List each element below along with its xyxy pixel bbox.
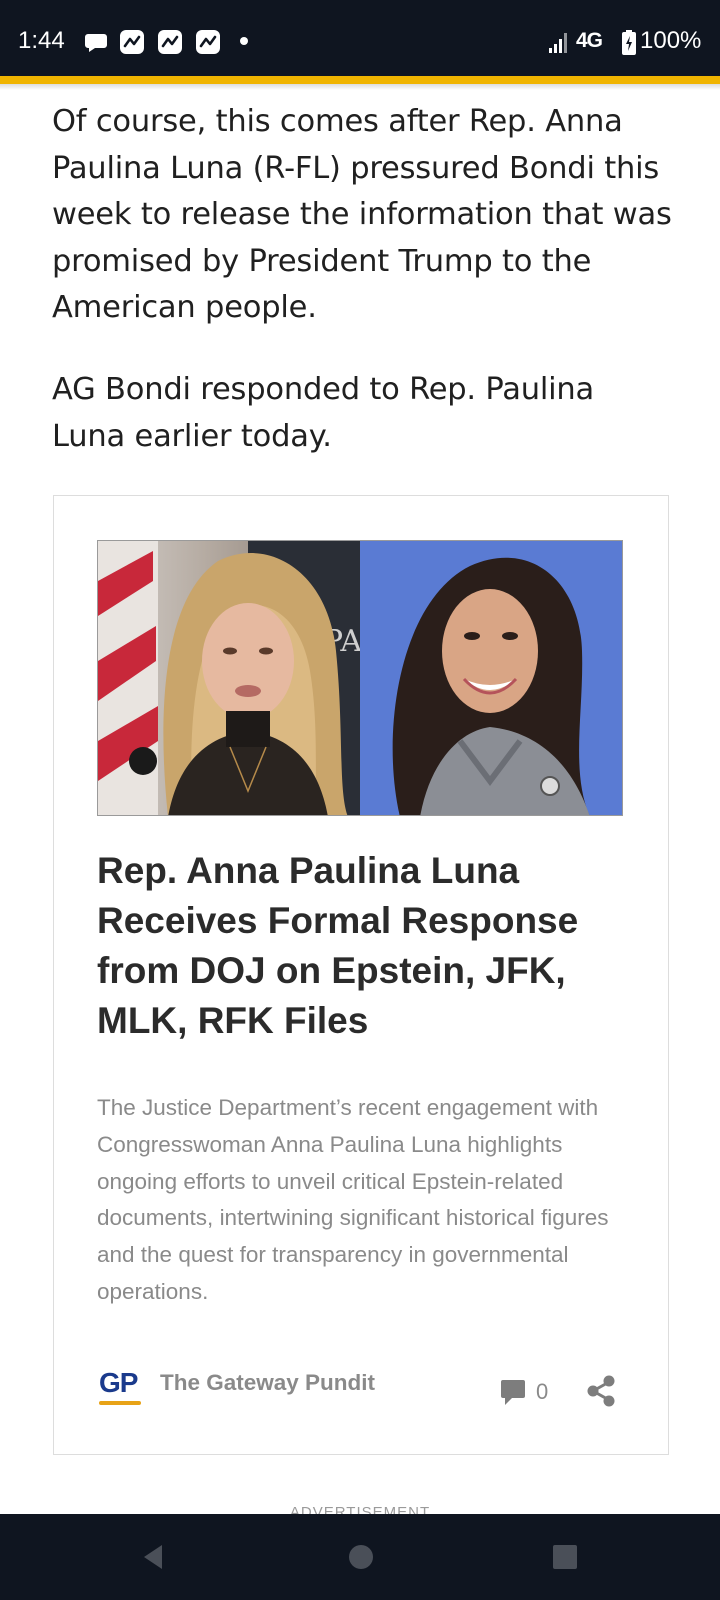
trend-app-icon [196,30,220,54]
comment-icon [501,1380,525,1405]
article-paragraph: AG Bondi responded to Rep. Paulina Luna … [52,372,595,454]
status-time: 1:44 [18,27,65,54]
thumbnail-right-photo [360,541,622,815]
trend-app-icon [158,30,182,54]
card-summary: The Justice Department’s recent engageme… [97,1095,609,1304]
header-shadow [0,84,720,90]
back-icon[interactable] [138,1542,168,1572]
source-logo-text: GP [99,1367,138,1398]
card-headline[interactable]: Rep. Anna Paulina Luna Receives Formal R… [97,846,627,1046]
source-name[interactable]: The Gateway Pundit [160,1370,375,1396]
home-icon[interactable] [346,1542,376,1572]
thumbnail-left-photo: EPA [98,541,360,815]
share-icon[interactable] [584,1374,618,1408]
header-accent-line [0,76,720,84]
more-dot-icon [240,37,248,45]
recents-icon[interactable] [550,1542,580,1572]
comment-count: 0 [536,1379,549,1404]
comments-button[interactable]: 0 [500,1374,560,1410]
embedded-article-card[interactable]: EPA [53,495,669,1455]
signal-icon [549,33,567,53]
system-navigation-bar [0,1514,720,1600]
battery-percentage: 100% [640,27,702,54]
battery-charging-icon [622,30,636,55]
source-logo: GP [99,1367,143,1407]
article-thumbnail[interactable]: EPA [97,540,623,816]
source-logo-swoosh [99,1401,141,1405]
status-bar: 1:44 4G 100% [0,0,720,80]
chat-bubble-icon [85,34,107,52]
article-paragraph: Of course, this comes after Rep. Anna Pa… [52,104,672,325]
network-type: 4G [576,29,603,52]
trend-app-icon [120,30,144,54]
